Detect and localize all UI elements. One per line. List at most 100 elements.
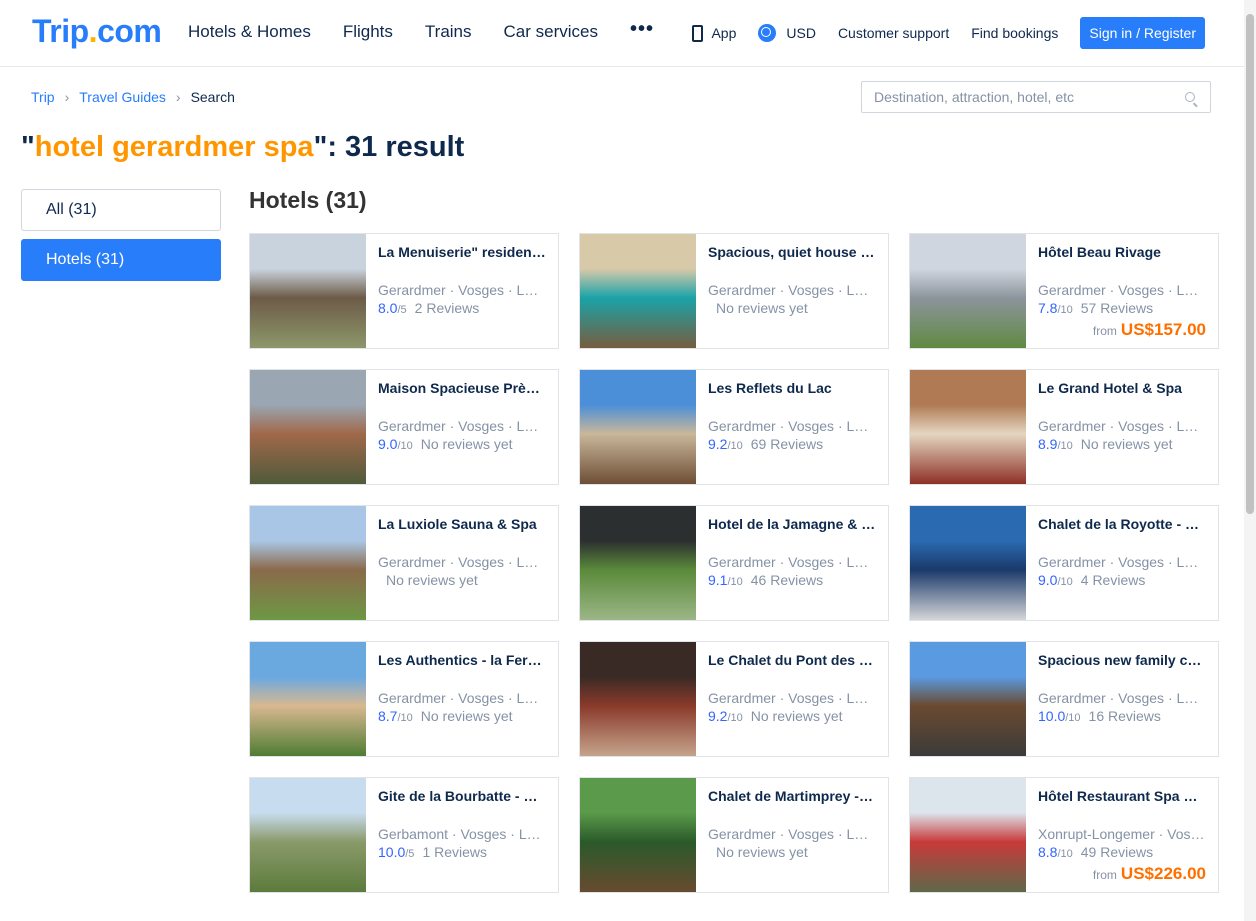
hotel-card[interactable]: Hôtel Restaurant Spa Les Jardins Xonrupt-…: [909, 777, 1219, 893]
hotel-name[interactable]: Le Grand Hotel & Spa: [1038, 380, 1206, 400]
hotel-photo[interactable]: [250, 642, 366, 756]
hotel-info: Hotel de la Jamagne & Spa Gerardmer · Vos…: [708, 516, 876, 588]
hotel-name[interactable]: Spacious, quiet house with garden: [708, 244, 876, 264]
hotel-card[interactable]: La Luxiole Sauna & Spa Gerardmer · Vosges…: [249, 505, 559, 621]
result-count: ": 31 result: [313, 131, 465, 163]
hotel-card[interactable]: Les Reflets du Lac Gerardmer · Vosges · L…: [579, 369, 889, 485]
hotel-rating: 7.8/10 57 Reviews: [1038, 300, 1206, 316]
hotel-card[interactable]: La Menuiserie" residence Gerardmer · Vosg…: [249, 233, 559, 349]
hotel-name[interactable]: Chalet de la Royotte - Spa: [1038, 516, 1206, 536]
hotel-location: Gerardmer · Vosges · Lorraine: [378, 282, 546, 298]
sign-in-button[interactable]: Sign in / Register: [1080, 17, 1205, 49]
hotel-card[interactable]: Spacious new family chalet Gerardmer · Vo…: [909, 641, 1219, 757]
hotel-card[interactable]: Chalet de la Royotte - Spa Gerardmer · Vo…: [909, 505, 1219, 621]
hotel-card[interactable]: Hôtel Beau Rivage Gerardmer · Vosges · Lo…: [909, 233, 1219, 349]
hotel-card[interactable]: Le Grand Hotel & Spa Gerardmer · Vosges ·…: [909, 369, 1219, 485]
hotel-name[interactable]: Le Chalet du Pont des Fées: [708, 652, 876, 672]
review-count: 46 Reviews: [750, 572, 824, 588]
rating-scale: /10: [1057, 576, 1073, 588]
hotel-info: La Menuiserie" residence Gerardmer · Vosg…: [378, 244, 546, 316]
hotel-location: Xonrupt-Longemer · Vosges · Lorraine: [1038, 826, 1206, 842]
hotel-name[interactable]: Hôtel Restaurant Spa Les Jardins: [1038, 788, 1206, 808]
hotel-card[interactable]: Le Chalet du Pont des Fées Gerardmer · Vo…: [579, 641, 889, 757]
hotel-name[interactable]: La Luxiole Sauna & Spa: [378, 516, 546, 536]
hotel-name[interactable]: Hôtel Beau Rivage: [1038, 244, 1206, 264]
hotel-photo[interactable]: [910, 778, 1026, 892]
hotel-card[interactable]: Les Authentics - la Ferme Gerardmer · Vos…: [249, 641, 559, 757]
hotel-info: Maison Spacieuse Près du Lac Gerardmer · …: [378, 380, 546, 452]
currency-selector[interactable]: USD: [758, 24, 816, 42]
hotel-photo[interactable]: [910, 234, 1026, 348]
hotel-name[interactable]: Maison Spacieuse Près du Lac: [378, 380, 546, 400]
search-input[interactable]: [874, 82, 1174, 112]
hotel-photo[interactable]: [580, 778, 696, 892]
hotel-card[interactable]: Gite de la Bourbatte - Spa Gerbamont · Vo…: [249, 777, 559, 893]
search-icon[interactable]: [1185, 92, 1195, 102]
hotel-location: Gerardmer · Vosges · Lorraine: [1038, 418, 1206, 434]
hotel-rating: No reviews yet: [378, 572, 546, 588]
hotel-location: Gerardmer · Vosges · Lorraine: [378, 554, 546, 570]
hotel-card[interactable]: Maison Spacieuse Près du Lac Gerardmer · …: [249, 369, 559, 485]
hotel-rating: No reviews yet: [708, 300, 876, 316]
trip-logo[interactable]: Trip.com: [32, 13, 162, 50]
filter-hotels[interactable]: Hotels (31): [21, 239, 221, 281]
app-link[interactable]: App: [692, 24, 736, 42]
hotel-name[interactable]: Les Authentics - la Ferme: [378, 652, 546, 672]
rating-scale: /5: [397, 304, 407, 316]
review-count: No reviews yet: [1080, 436, 1173, 452]
nav-car-services[interactable]: Car services: [504, 22, 598, 42]
hotel-name[interactable]: Gite de la Bourbatte - Spa: [378, 788, 546, 808]
hotel-rating: 8.7/10 No reviews yet: [378, 708, 546, 724]
filter-all[interactable]: All (31): [21, 189, 221, 231]
hotel-photo[interactable]: [580, 642, 696, 756]
hotel-card[interactable]: Spacious, quiet house with garden Gerardm…: [579, 233, 889, 349]
hotel-location: Gerardmer · Vosges · Lorraine: [1038, 554, 1206, 570]
hotel-location: Gerardmer · Vosges · Lorraine: [708, 418, 876, 434]
hotel-info: Hôtel Beau Rivage Gerardmer · Vosges · Lo…: [1038, 244, 1206, 316]
hotel-info: Les Authentics - la Ferme Gerardmer · Vos…: [378, 652, 546, 724]
nav-trains[interactable]: Trains: [425, 22, 472, 42]
breadcrumb-travel-guides[interactable]: Travel Guides: [79, 89, 166, 105]
hotel-photo[interactable]: [910, 642, 1026, 756]
scrollbar-track[interactable]: [1244, 0, 1256, 921]
hotel-card[interactable]: Chalet de Martimprey - Spa Gerardmer · Vo…: [579, 777, 889, 893]
more-menu-icon[interactable]: •••: [630, 18, 654, 42]
hotel-photo[interactable]: [910, 370, 1026, 484]
hotel-photo[interactable]: [580, 370, 696, 484]
hotel-photo[interactable]: [250, 370, 366, 484]
hotel-name[interactable]: La Menuiserie" residence: [378, 244, 546, 264]
hotel-name[interactable]: Spacious new family chalet: [1038, 652, 1206, 672]
top-header: Trip.com Hotels & Homes Flights Trains C…: [0, 0, 1256, 67]
hotel-photo[interactable]: [250, 234, 366, 348]
hotel-location: Gerardmer · Vosges · Lorraine: [708, 282, 876, 298]
review-count: No reviews yet: [420, 708, 513, 724]
customer-support-link[interactable]: Customer support: [838, 25, 949, 41]
hotel-card[interactable]: Hotel de la Jamagne & Spa Gerardmer · Vos…: [579, 505, 889, 621]
hotel-photo[interactable]: [250, 778, 366, 892]
rating-score: 8.9: [1038, 436, 1058, 452]
find-bookings-link[interactable]: Find bookings: [971, 25, 1058, 41]
hotel-info: Gite de la Bourbatte - Spa Gerbamont · Vo…: [378, 788, 546, 860]
quote-open: ": [21, 131, 35, 163]
breadcrumb-current: Search: [190, 89, 235, 105]
hotel-photo[interactable]: [580, 234, 696, 348]
hotel-name[interactable]: Chalet de Martimprey - Spa: [708, 788, 876, 808]
nav-hotels-homes[interactable]: Hotels & Homes: [188, 22, 311, 42]
rating-score: 9.2: [708, 708, 728, 724]
hotel-rating: 9.2/10 No reviews yet: [708, 708, 876, 724]
review-count: No reviews yet: [716, 844, 808, 860]
rating-scale: /10: [397, 440, 413, 452]
review-count: 49 Reviews: [1080, 844, 1154, 860]
rating-score: 8.0: [378, 300, 398, 316]
hotel-name[interactable]: Les Reflets du Lac: [708, 380, 876, 400]
nav-flights[interactable]: Flights: [343, 22, 393, 42]
breadcrumb-trip[interactable]: Trip: [31, 89, 55, 105]
hotel-photo[interactable]: [910, 506, 1026, 620]
hotel-photo[interactable]: [580, 506, 696, 620]
hotel-info: Spacious new family chalet Gerardmer · Vo…: [1038, 652, 1206, 724]
review-count: No reviews yet: [750, 708, 843, 724]
hotel-name[interactable]: Hotel de la Jamagne & Spa: [708, 516, 876, 536]
scrollbar-thumb[interactable]: [1246, 14, 1254, 514]
hotel-photo[interactable]: [250, 506, 366, 620]
rating-scale: /10: [1057, 848, 1073, 860]
